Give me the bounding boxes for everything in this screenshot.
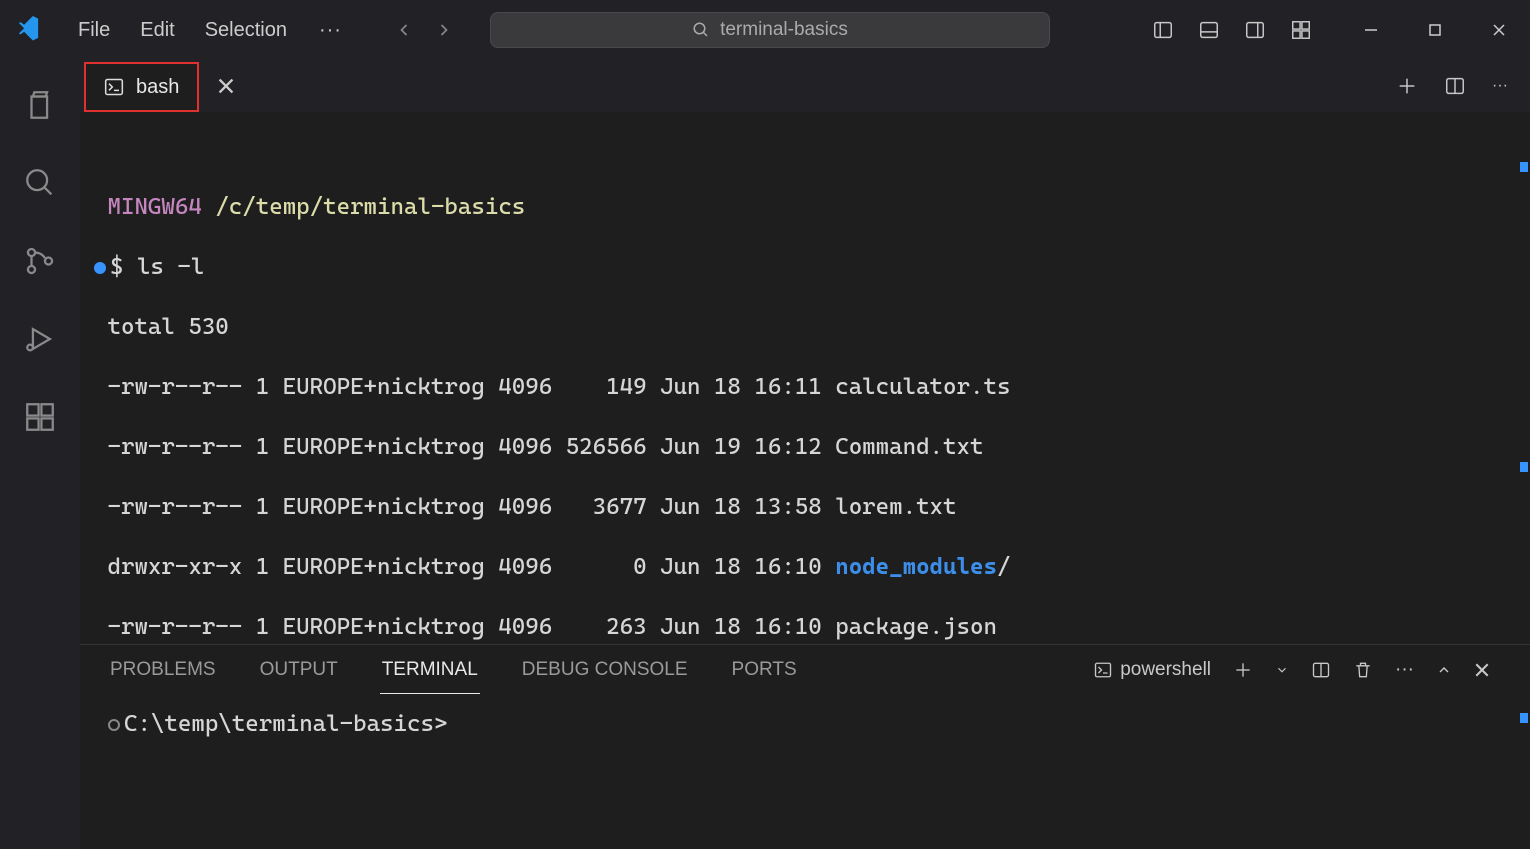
close-button[interactable] [1476,23,1522,37]
tab-bash[interactable]: bash [84,62,199,112]
command-pending-icon [108,719,120,731]
panel-terminal-prompt: C:\temp\terminal-basics> [124,711,447,737]
source-control-icon[interactable] [23,244,57,278]
kill-terminal-button[interactable] [1353,660,1373,680]
scroll-marker [1520,713,1528,723]
term-output-line: drwxr-xr-x 1 EUROPE+nicktrog 4096 0 Jun … [94,552,1516,582]
terminal-icon [1094,661,1112,679]
terminal-profile-button[interactable]: powershell [1094,659,1211,681]
term-output-line: -rw-r--r-- 1 EUROPE+nicktrog 4096 263 Ju… [94,612,1516,642]
term-output-line: -rw-r--r-- 1 EUROPE+nicktrog 4096 526566… [94,432,1516,462]
panel-tab-output[interactable]: OUTPUT [258,647,340,693]
terminal-shell-label: powershell [1120,659,1211,681]
terminal-editor[interactable]: MINGW64 /c/temp/terminal-basics $ ls -l … [80,112,1530,644]
command-center-search[interactable]: terminal-basics [490,12,1050,48]
terminal-icon [104,77,124,97]
term-env: MINGW64 [107,194,201,220]
main-menu: File Edit Selection [64,13,301,48]
scroll-marker [1520,462,1528,472]
customize-layout-icon[interactable] [1284,13,1318,47]
split-terminal-button[interactable] [1311,660,1331,680]
new-terminal-button[interactable] [1233,660,1253,680]
nav-arrows [390,16,458,44]
titlebar-right [1146,13,1522,47]
nav-back-button[interactable] [390,16,418,44]
explorer-icon[interactable] [23,88,57,122]
maximize-panel-button[interactable] [1436,662,1452,678]
scroll-marker [1520,162,1528,172]
more-actions-button[interactable]: ··· [1492,77,1508,95]
new-file-button[interactable] [1396,75,1418,97]
nav-forward-button[interactable] [430,16,458,44]
tab-label: bash [136,76,179,99]
tab-close-button[interactable] [217,77,235,95]
bottom-panel: PROBLEMS OUTPUT TERMINAL DEBUG CONSOLE P… [80,644,1530,849]
activity-bar [0,60,80,849]
terminal-dropdown-button[interactable] [1275,663,1289,677]
term-path: /c/temp/terminal-basics [215,194,525,220]
window-controls [1348,23,1522,37]
search-text: terminal-basics [720,19,848,41]
term-output-line: total 530 [94,312,1516,342]
extensions-icon[interactable] [23,400,57,434]
menu-file[interactable]: File [64,13,124,48]
split-editor-button[interactable] [1444,75,1466,97]
panel-terminal[interactable]: C:\temp\terminal-basics> [80,695,1530,849]
term-cmd: $ ls -l [110,254,204,280]
menu-edit[interactable]: Edit [126,13,188,48]
panel-tab-debug-console[interactable]: DEBUG CONSOLE [520,647,690,693]
editor-area: bash ··· MINGW64 /c/temp/terminal-basics… [80,60,1530,849]
close-panel-button[interactable] [1474,662,1490,678]
search-icon[interactable] [23,166,57,200]
main-row: bash ··· MINGW64 /c/temp/terminal-basics… [0,60,1530,849]
panel-tab-ports[interactable]: PORTS [730,647,799,693]
term-output-line: -rw-r--r-- 1 EUROPE+nicktrog 4096 149 Ju… [94,372,1516,402]
layout-sidebar-left-icon[interactable] [1146,13,1180,47]
panel-tab-terminal[interactable]: TERMINAL [380,647,480,694]
directory-name: node_modules [835,554,997,580]
vscode-logo-icon [8,16,56,44]
panel-tab-problems[interactable]: PROBLEMS [108,647,218,693]
search-icon [692,21,710,39]
editor-tabs: bash ··· [80,60,1530,112]
command-success-icon [94,262,106,274]
titlebar: File Edit Selection ··· terminal-basics [0,0,1530,60]
run-debug-icon[interactable] [23,322,57,356]
panel-actions: powershell ··· [1094,659,1490,681]
layout-sidebar-right-icon[interactable] [1238,13,1272,47]
panel-more-button[interactable]: ··· [1395,659,1414,681]
editor-actions: ··· [1396,60,1530,112]
maximize-button[interactable] [1412,23,1458,37]
layout-panel-bottom-icon[interactable] [1192,13,1226,47]
term-output-line: -rw-r--r-- 1 EUROPE+nicktrog 4096 3677 J… [94,492,1516,522]
minimize-button[interactable] [1348,23,1394,37]
panel-tabs: PROBLEMS OUTPUT TERMINAL DEBUG CONSOLE P… [80,645,1530,695]
menu-selection[interactable]: Selection [191,13,301,48]
menu-overflow-button[interactable]: ··· [309,13,352,48]
